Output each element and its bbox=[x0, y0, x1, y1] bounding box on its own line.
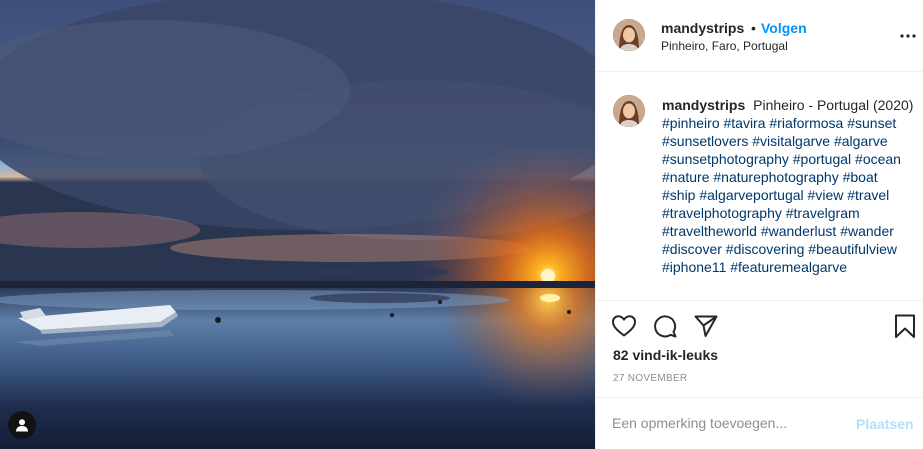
profile-photo-icon bbox=[613, 95, 645, 127]
caption-text: mandystrips Pinheiro - Portugal (2020) #… bbox=[662, 96, 914, 276]
post-header: mandystrips • Volgen Pinheiro, Faro, Por… bbox=[596, 0, 923, 72]
follow-button[interactable]: Volgen bbox=[761, 20, 807, 36]
tagged-users-button[interactable] bbox=[8, 411, 36, 439]
avatar[interactable] bbox=[613, 19, 645, 51]
post-date[interactable]: 27 NOVEMBER bbox=[613, 373, 687, 384]
location-link[interactable]: Pinheiro, Faro, Portugal bbox=[661, 39, 788, 53]
caption-body: Pinheiro - Portugal (2020) bbox=[753, 97, 914, 113]
profile-photo-icon bbox=[613, 19, 645, 51]
post-comment-button[interactable]: Plaatsen bbox=[856, 416, 914, 432]
comment-bar: Plaatsen bbox=[596, 397, 923, 449]
likes-count[interactable]: 82 vind-ik-leuks bbox=[613, 347, 718, 363]
caption-section: mandystrips Pinheiro - Portugal (2020) #… bbox=[596, 73, 923, 301]
action-bar bbox=[596, 302, 923, 346]
separator-dot: • bbox=[751, 20, 756, 36]
user-icon bbox=[16, 419, 28, 432]
share-icon[interactable] bbox=[693, 313, 719, 339]
post-photo[interactable] bbox=[0, 0, 595, 449]
bookmark-icon[interactable] bbox=[892, 313, 918, 339]
sunset-photo bbox=[0, 0, 595, 449]
caption-hashtags[interactable]: #pinheiro #tavira #riaformosa #sunset #s… bbox=[662, 115, 901, 275]
caption-avatar[interactable] bbox=[613, 95, 645, 127]
header-username-link[interactable]: mandystrips bbox=[661, 20, 744, 36]
heart-icon[interactable] bbox=[611, 313, 637, 339]
post-side-panel: mandystrips • Volgen Pinheiro, Faro, Por… bbox=[595, 0, 923, 449]
comment-icon[interactable] bbox=[652, 313, 678, 339]
comment-input[interactable] bbox=[612, 412, 842, 434]
more-options-icon[interactable] bbox=[899, 28, 917, 44]
caption-username-link[interactable]: mandystrips bbox=[662, 97, 745, 113]
